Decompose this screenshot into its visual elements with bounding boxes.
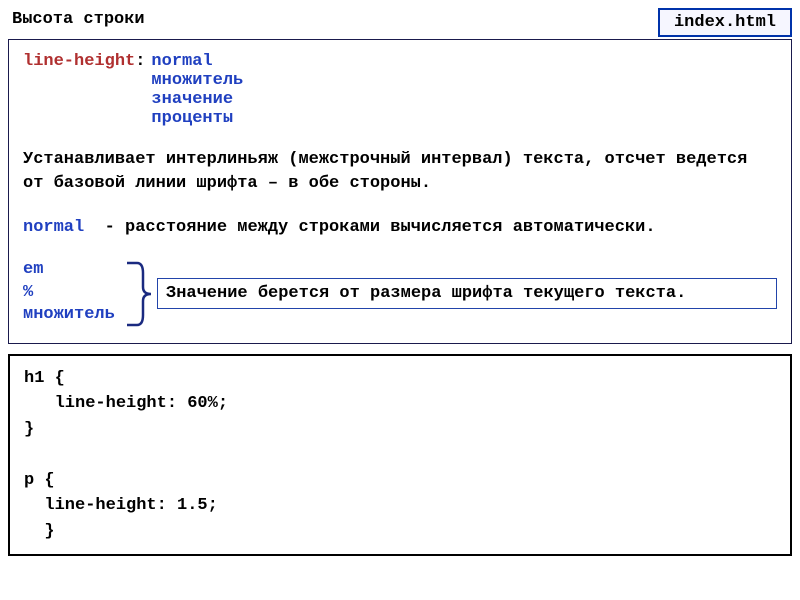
keyword-normal: normal (23, 218, 84, 237)
bracket-block: em % множитель Значение берется от разме… (23, 259, 777, 329)
bracket-key: em (23, 259, 123, 282)
syntax-block: line-height: normal множитель значение п… (23, 52, 777, 128)
page-title: Высота строки (8, 8, 149, 31)
syntax-value: значение (151, 90, 243, 109)
filename-badge: index.html (658, 8, 792, 37)
syntax-value: normal (151, 52, 243, 71)
bracket-key: % (23, 282, 123, 305)
header-row: Высота строки index.html (8, 8, 792, 37)
normal-definition: normal - расстояние между строками вычис… (23, 218, 777, 237)
bracket-key: множитель (23, 304, 123, 327)
bracket-description: Значение берется от размера шрифта текущ… (157, 278, 777, 310)
main-panel: line-height: normal множитель значение п… (8, 39, 792, 344)
syntax-value: множитель (151, 71, 243, 90)
property-name: line-height (23, 52, 135, 71)
code-example: h1 { line-height: 60%; } p { line-height… (8, 354, 792, 557)
syntax-values: normal множитель значение проценты (151, 52, 243, 128)
normal-desc: - расстояние между строками вычисляется … (105, 218, 656, 237)
right-bracket-icon (123, 259, 157, 329)
code-text: h1 { line-height: 60%; } p { line-height… (24, 366, 776, 545)
syntax-value: проценты (151, 109, 243, 128)
description-text: Устанавливает интерлиньяж (межстрочный и… (23, 148, 777, 196)
bracket-keys: em % множитель (23, 259, 123, 329)
